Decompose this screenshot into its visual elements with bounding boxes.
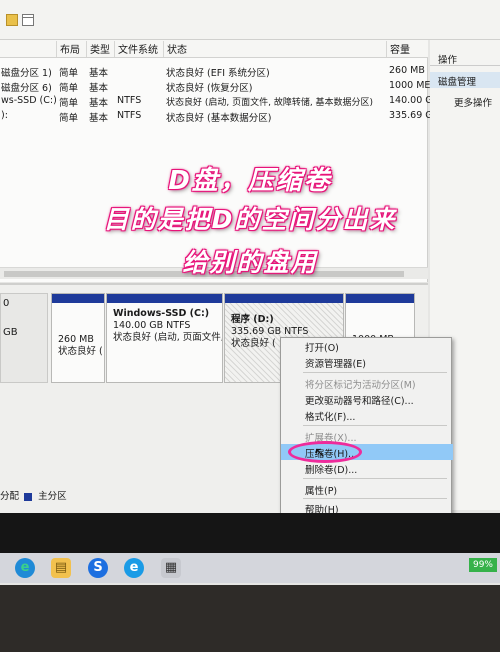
menu-separator — [303, 372, 447, 373]
app-s-icon[interactable]: S — [88, 558, 108, 578]
file-explorer-icon[interactable]: ▤ — [51, 558, 71, 578]
browser-e-icon[interactable]: e — [124, 558, 144, 578]
partition-title: Windows-SSD (C:) — [113, 308, 210, 319]
actions-header: 操作 — [430, 52, 500, 66]
window-icon[interactable] — [22, 14, 34, 26]
volume-type: 基本 — [89, 68, 109, 79]
volume-name: ws-SSD (C:) — [1, 95, 57, 106]
volume-capacity: 260 MB — [389, 65, 425, 76]
edge-icon[interactable]: e — [15, 558, 35, 578]
legend-swatch — [24, 492, 33, 501]
menu-separator — [303, 498, 447, 499]
volume-status: 状态良好 (EFI 系统分区) — [166, 68, 270, 79]
monitor-bezel — [0, 513, 500, 553]
caption-line-3: 给别的盘用 — [182, 248, 318, 277]
column-capacity[interactable]: 容量 — [386, 41, 410, 57]
column-status[interactable]: 状态 — [163, 41, 383, 57]
disk-manager-icon[interactable]: ▦ — [161, 558, 181, 578]
partition-bar — [225, 294, 343, 303]
menu-item-mark-active[interactable]: 将分区标记为活动分区(M) — [281, 375, 453, 391]
disk-number: 0 — [3, 298, 10, 309]
caption-line-2: 目的是把D的空间分出来 — [103, 205, 397, 234]
disk-label[interactable]: 0 GB — [0, 293, 48, 383]
volume-capacity: 140.00 G — [389, 95, 433, 106]
volume-status: 状态良好 (恢复分区) — [166, 83, 253, 94]
volume-status: 状态良好 (启动, 页面文件, 故障转储, 基本数据分区) — [166, 98, 374, 108]
legend: 分配 主分区 — [0, 488, 67, 502]
volume-layout: 简单 — [59, 68, 79, 79]
taskbar: e ▤ S e ▦ — [0, 553, 500, 583]
legend-primary: 主分区 — [38, 491, 67, 502]
caption-line-1: D盘，压缩卷 — [168, 166, 332, 196]
volume-fs: NTFS — [117, 95, 142, 106]
partition-bar — [346, 294, 414, 303]
partition-status: 状态良好 ( — [58, 346, 103, 357]
partition-title: 程序 (D:) — [231, 314, 274, 325]
column-type[interactable]: 类型 — [86, 41, 110, 57]
volume-name: ): — [1, 110, 8, 121]
partition-bar — [107, 294, 222, 303]
more-actions-link[interactable]: 更多操作 — [454, 95, 492, 109]
volume-status: 状态良好 (基本数据分区) — [166, 113, 272, 124]
volume-capacity: 335.69 G — [389, 110, 433, 121]
volume-layout: 简单 — [59, 98, 79, 109]
actions-section-disk-management[interactable]: 磁盘管理 — [430, 72, 500, 88]
legend-unallocated: 分配 — [0, 491, 20, 502]
volume-type: 基本 — [89, 83, 109, 94]
volume-capacity: 1000 ME — [389, 80, 431, 91]
menu-item-explorer[interactable]: 资源管理器(E) — [281, 354, 453, 370]
table-row[interactable]: 磁盘分区 6) 简单 基本 状态良好 (恢复分区) 1000 ME — [0, 78, 431, 94]
menu-item-change-drive-letter[interactable]: 更改驱动器号和路径(C)... — [281, 391, 453, 407]
disk-management-screen: 布局 类型 文件系统 状态 容量 磁盘分区 1) 简单 基本 状态良好 (EFI… — [0, 0, 500, 585]
volume-type: 基本 — [89, 98, 109, 109]
column-filesystem[interactable]: 文件系统 — [114, 41, 158, 57]
table-row[interactable]: ws-SSD (C:) 简单 基本 NTFS 状态良好 (启动, 页面文件, 故… — [0, 93, 433, 109]
partition-size: 260 MB — [58, 334, 94, 345]
volume-fs: NTFS — [117, 110, 142, 121]
menu-item-delete-volume[interactable]: 删除卷(D)... — [281, 460, 453, 476]
menu-item-open[interactable]: 打开(O) — [281, 338, 453, 354]
context-menu: 打开(O) 资源管理器(E) 将分区标记为活动分区(M) 更改驱动器号和路径(C… — [280, 337, 453, 517]
toolbar — [0, 0, 500, 40]
volume-name: 磁盘分区 6) — [1, 83, 52, 94]
volume-list-header: 布局 类型 文件系统 状态 容量 — [0, 40, 428, 58]
menu-separator — [303, 478, 447, 479]
menu-item-properties[interactable]: 属性(P) — [281, 481, 453, 497]
partition-bar — [52, 294, 104, 303]
partition-status: 状态良好 (启动, 页面文件, — [113, 332, 223, 343]
column-layout[interactable]: 布局 — [56, 41, 80, 57]
mouse-cursor-icon: ↖ — [314, 445, 326, 461]
table-row[interactable]: ): 简单 基本 NTFS 状态良好 (基本数据分区) 335.69 G — [0, 108, 433, 124]
menu-separator — [303, 425, 447, 426]
volume-layout: 简单 — [59, 83, 79, 94]
partition-size: 140.00 GB NTFS — [113, 320, 191, 331]
disk-size: GB — [3, 327, 18, 338]
volume-name: 磁盘分区 1) — [1, 68, 52, 79]
desk-surface — [0, 585, 500, 652]
table-row[interactable]: 磁盘分区 1) 简单 基本 状态良好 (EFI 系统分区) 260 MB — [0, 63, 428, 79]
volume-layout: 简单 — [59, 113, 79, 124]
partition-c[interactable]: Windows-SSD (C:) 140.00 GB NTFS 状态良好 (启动… — [106, 293, 223, 383]
partition-efi[interactable]: 260 MB 状态良好 ( — [51, 293, 105, 383]
battery-indicator[interactable]: 99% — [469, 558, 497, 572]
menu-item-format[interactable]: 格式化(F)... — [281, 407, 453, 423]
folder-icon[interactable] — [6, 14, 18, 26]
volume-type: 基本 — [89, 113, 109, 124]
